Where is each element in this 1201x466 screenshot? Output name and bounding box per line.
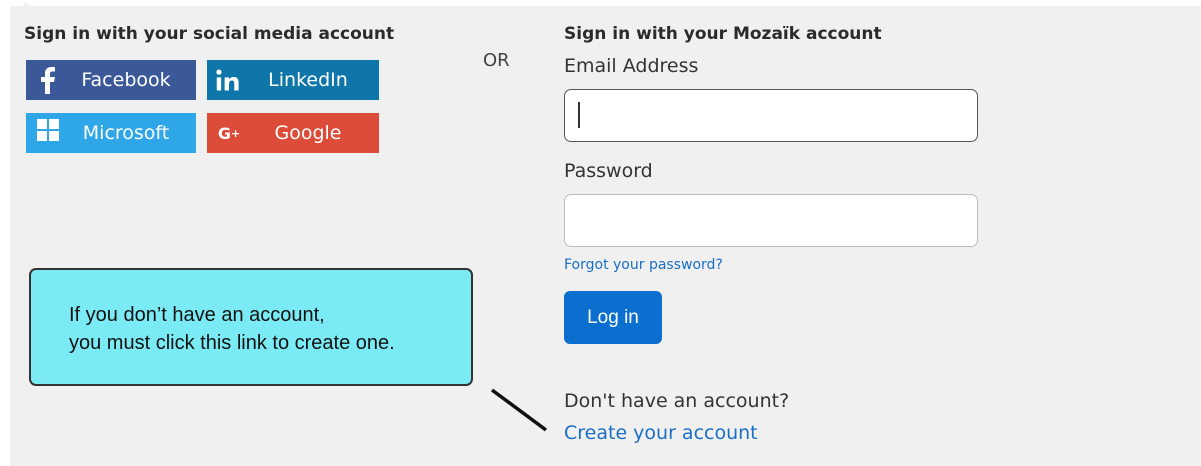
forgot-password-link[interactable]: Forgot your password? — [564, 257, 723, 273]
login-button[interactable]: Log in — [564, 291, 662, 344]
microsoft-button[interactable]: Microsoft — [26, 113, 196, 153]
account-heading: Sign in with your Mozaïk account — [564, 24, 882, 44]
google-label: Google — [274, 122, 342, 144]
password-field[interactable] — [564, 194, 978, 247]
panel-notch — [18, 2, 34, 10]
email-field[interactable] — [564, 89, 978, 142]
no-account-text: Don't have an account? — [564, 390, 790, 412]
linkedin-label: LinkedIn — [268, 69, 348, 91]
create-account-link[interactable]: Create your account — [564, 422, 758, 444]
facebook-label: Facebook — [81, 69, 171, 91]
google-button[interactable]: G + Google — [207, 113, 379, 153]
text-caret — [578, 102, 580, 128]
callout-line-1: If you don’t have an account, — [69, 304, 325, 326]
social-heading: Sign in with your social media account — [24, 24, 395, 44]
callout-text: If you don’t have an account, you must c… — [69, 301, 395, 357]
email-label: Email Address — [564, 55, 699, 77]
help-callout: If you don’t have an account, you must c… — [29, 268, 473, 386]
microsoft-label: Microsoft — [82, 122, 170, 144]
linkedin-button[interactable]: LinkedIn — [207, 60, 379, 100]
or-separator: OR — [483, 50, 510, 71]
callout-line-2: you must click this link to create one. — [69, 332, 395, 354]
facebook-button[interactable]: Facebook — [26, 60, 196, 100]
callout-pointer-line — [490, 388, 548, 432]
password-label: Password — [564, 160, 653, 182]
